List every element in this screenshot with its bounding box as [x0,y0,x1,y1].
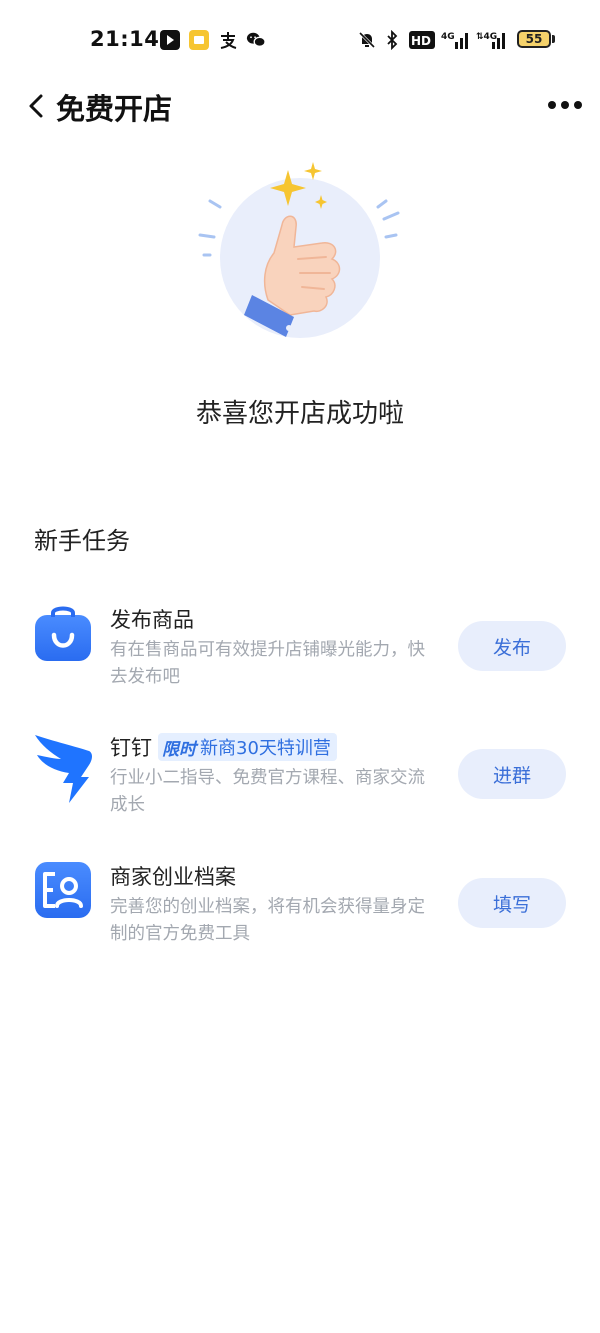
task-description: 完善您的创业档案，将有机会获得量身定制的官方免费工具 [110,897,425,944]
svg-text:⇅4G: ⇅4G [476,32,497,42]
join-group-button[interactable]: 进群 [458,749,566,799]
page-title: 免费开店 [56,92,173,126]
bluetooth-icon [382,30,402,50]
section-title: 新手任务 [34,527,130,555]
task-dingtalk: 钉钉 限时 新商30天特训营 行业小二指导、免费官方课程、商家交流成长 进群 [0,731,600,841]
thumbs-up-illustration [190,155,410,355]
thumbs-up-icon [198,162,400,338]
mute-bell-icon [357,30,377,50]
task-merchant-profile: 商家创业档案 完善您的创业档案，将有机会获得量身定制的官方免费工具 填写 [0,860,600,970]
task-title: 发布商品 [110,608,194,632]
status-time: 21:14 [90,27,160,51]
signal-4g-2-icon: ⇅4G [476,30,510,50]
dingtalk-icon [33,731,93,803]
task-title: 商家创业档案 [110,865,236,889]
limited-time-label: 限时 [162,739,196,760]
task-description: 有在售商品可有效提升店铺曝光能力，快去发布吧 [110,640,425,687]
more-button[interactable] [542,88,588,122]
hd-icon: HD [409,30,435,50]
svg-text:4G: 4G [441,32,455,42]
task-title-row: 商家创业档案 [110,860,236,892]
signal-4g-icon: 4G [441,30,471,50]
notes-app-icon [189,30,209,50]
chevron-left-icon [29,94,43,118]
promo-tag: 限时 新商30天特训营 [158,733,337,761]
wechat-icon [246,30,266,50]
battery-tip [552,35,555,43]
battery-indicator: 55 [517,30,551,48]
task-publish-product: 发布商品 有在售商品可有效提升店铺曝光能力，快去发布吧 发布 [0,603,600,713]
task-description: 行业小二指导、免费官方课程、商家交流成长 [110,768,425,815]
fill-in-button[interactable]: 填写 [458,878,566,928]
task-title: 钉钉 [110,736,152,760]
shopping-bag-icon [33,603,93,663]
task-title-row: 发布商品 [110,603,194,635]
success-message: 恭喜您开店成功啦 [195,399,404,429]
profile-card-icon [33,860,93,920]
status-bar: 21:14 HD 4G ⇅4G 55 [0,0,600,80]
header: 免费开店 [0,80,600,130]
back-button[interactable] [18,86,54,126]
more-dots-icon [548,101,582,109]
publish-button[interactable]: 发布 [458,621,566,671]
svg-text:HD: HD [411,34,431,48]
promo-tag-text: 新商30天特训营 [200,738,331,759]
app-notification-icon [160,30,180,50]
task-title-row: 钉钉 限时 新商30天特训营 [110,731,337,763]
alipay-icon [218,30,238,50]
